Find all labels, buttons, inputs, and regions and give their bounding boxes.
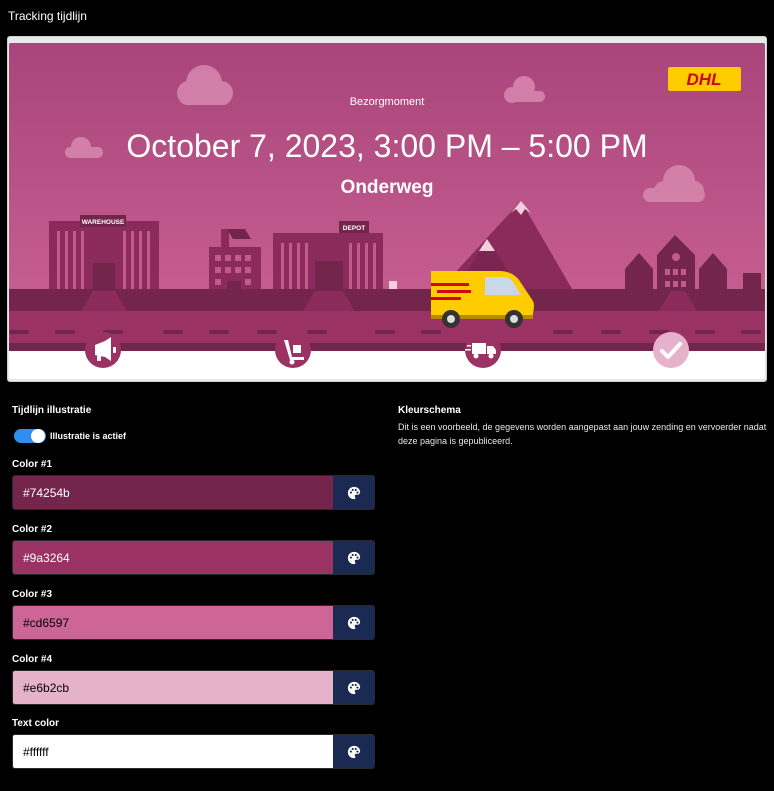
palette-icon	[347, 745, 360, 758]
timeline-step-3	[465, 332, 501, 368]
illustration-title: Tijdlijn illustratie	[12, 405, 92, 416]
timeline-step-2	[275, 332, 311, 368]
delivery-status: Onderweg	[341, 177, 434, 198]
timeline-track	[9, 343, 765, 351]
color-label: Color #1	[12, 459, 53, 470]
palette-icon	[347, 616, 360, 629]
text-color-picker-button[interactable]	[333, 735, 374, 768]
color-1-input[interactable]	[13, 476, 333, 509]
page-title: Tracking tijdlijn	[8, 9, 87, 23]
timeline-base	[9, 351, 765, 379]
color-3-input[interactable]	[13, 606, 333, 639]
color-1-picker-button[interactable]	[333, 476, 374, 509]
timeline-step-4	[653, 332, 689, 368]
illustration-settings: Tijdlijn illustratie Illustratie is acti…	[12, 405, 375, 769]
svg-text:DHL: DHL	[687, 70, 722, 89]
color-input-row	[12, 605, 375, 640]
palette-icon	[347, 681, 360, 694]
warehouse-sign: WAREHOUSE	[82, 219, 125, 226]
color-field-3: Color #3	[12, 589, 375, 640]
color-2-picker-button[interactable]	[333, 541, 374, 574]
illustration-toggle-row: Illustratie is actief	[12, 428, 375, 444]
depot-sign: DEPOT	[343, 225, 365, 232]
color-label: Color #3	[12, 589, 53, 600]
tracking-preview: WAREHOUSE DEPOT DHL Bezorgmoment October…	[9, 43, 765, 379]
color-scheme-title: Kleurschema	[398, 405, 461, 416]
color-scheme-description: Dit is een voorbeeld, de gegevens worden…	[398, 422, 767, 446]
palette-icon	[347, 486, 360, 499]
color-3-picker-button[interactable]	[333, 606, 374, 639]
color-2-input[interactable]	[13, 541, 333, 574]
color-label: Text color	[12, 718, 60, 729]
color-label: Color #4	[12, 654, 53, 665]
color-field-1: Color #1	[12, 459, 375, 510]
illustration-toggle[interactable]	[14, 429, 46, 443]
timeline-step-1	[85, 332, 121, 368]
preview-frame: WAREHOUSE DEPOT DHL Bezorgmoment October…	[7, 36, 767, 382]
delivery-label: Bezorgmoment	[350, 96, 425, 108]
delivery-window: October 7, 2023, 3:00 PM – 5:00 PM	[126, 128, 647, 164]
dhl-logo: DHL	[668, 67, 741, 91]
color-label: Color #2	[12, 524, 53, 535]
color-4-picker-button[interactable]	[333, 671, 374, 704]
color-input-row	[12, 734, 375, 769]
toggle-knob	[31, 429, 45, 443]
color-input-row	[12, 670, 375, 705]
color-input-row	[12, 475, 375, 510]
text-color-input[interactable]	[13, 735, 333, 768]
color-input-row	[12, 540, 375, 575]
text-color-field: Text color	[12, 718, 375, 769]
color-field-4: Color #4	[12, 654, 375, 705]
illustration-toggle-label: Illustratie is actief	[50, 431, 127, 441]
color-scheme-info: Kleurschema Dit is een voorbeeld, de geg…	[398, 405, 768, 448]
color-field-2: Color #2	[12, 524, 375, 575]
palette-icon	[347, 551, 360, 564]
color-4-input[interactable]	[13, 671, 333, 704]
